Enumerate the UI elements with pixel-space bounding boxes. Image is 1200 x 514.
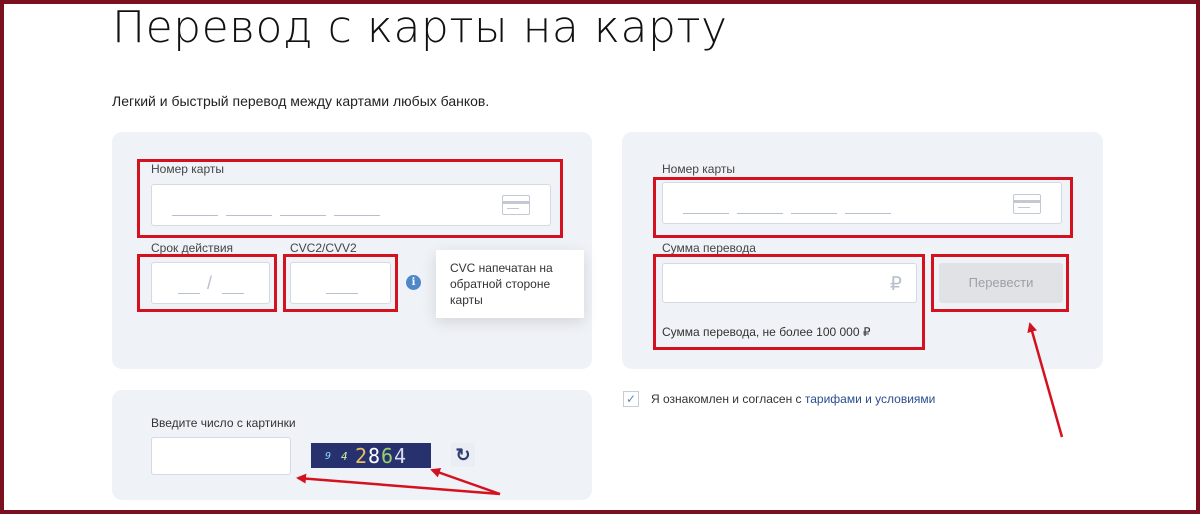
card-icon <box>502 195 530 215</box>
amount-label: Сумма перевода <box>662 241 756 255</box>
page-title: Перевод с карты на карту <box>112 2 728 53</box>
expiry-label: Срок действия <box>151 241 234 255</box>
sender-card-label: Номер карты <box>151 162 224 176</box>
expiry-separator: / <box>207 273 213 293</box>
card-icon <box>1013 194 1041 214</box>
captcha-input[interactable] <box>151 437 291 475</box>
card-digit-group <box>226 215 272 216</box>
card-digit-group <box>683 213 729 214</box>
agreement-checkbox[interactable]: ✓ <box>623 391 639 407</box>
info-icon[interactable]: i <box>406 275 421 290</box>
ruble-icon: ₽ <box>889 274 902 295</box>
tariffs-link[interactable]: тарифами и условиями <box>805 392 936 406</box>
expiry-month-placeholder <box>178 293 200 294</box>
card-digit-group <box>280 215 326 216</box>
receiver-card-label: Номер карты <box>662 162 735 176</box>
agreement-text: Я ознакомлен и согласен с тарифами и усл… <box>651 392 935 406</box>
cvc-label: CVC2/CVV2 <box>290 241 357 255</box>
agreement-prefix: Я ознакомлен и согласен с <box>651 392 805 406</box>
card-digit-group <box>334 215 380 216</box>
card-digit-group <box>791 213 837 214</box>
cvc-input[interactable] <box>290 262 391 304</box>
amount-input[interactable]: ₽ <box>662 263 917 303</box>
refresh-icon[interactable]: ↻ <box>451 443 475 467</box>
card-digit-group <box>172 215 218 216</box>
cvc-placeholder <box>326 293 358 294</box>
page-subtitle: Легкий и быстрый перевод между картами л… <box>112 93 490 109</box>
transfer-button[interactable]: Перевести <box>939 263 1063 303</box>
expiry-year-placeholder <box>222 293 244 294</box>
expiry-input[interactable]: / <box>151 262 270 304</box>
receiver-card-input[interactable] <box>662 182 1062 224</box>
card-digit-group <box>737 213 783 214</box>
card-digit-group <box>845 213 891 214</box>
captcha-label: Введите число с картинки <box>151 416 296 430</box>
captcha-image: 9 4 2 8 6 4 <box>311 443 431 468</box>
sender-card-input[interactable] <box>151 184 551 226</box>
amount-hint: Сумма перевода, не более 100 000 ₽ <box>662 325 871 339</box>
cvc-tooltip: CVC напечатан на обратной стороне карты <box>436 250 584 318</box>
